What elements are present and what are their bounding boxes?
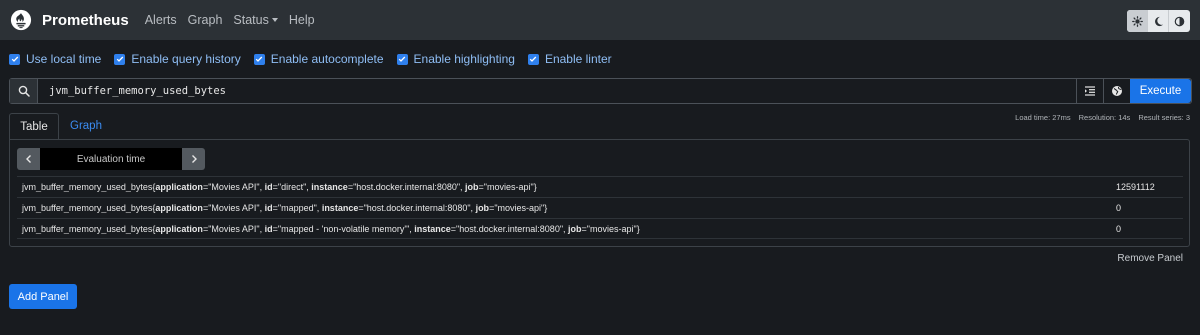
option-enable-highlighting[interactable]: Enable highlighting [396,52,515,66]
query-stats: Load time: 27ms Resolution: 14s Result s… [1015,113,1190,122]
series-value: 0 [1116,203,1122,213]
label-value: direct [281,182,304,192]
label-key: application [155,223,203,234]
checkbox-checked-icon[interactable] [9,53,20,65]
theme-light-button[interactable] [1127,10,1148,32]
label-value: Movies API [211,182,257,192]
execute-button[interactable]: Execute [1130,79,1191,103]
table-row: jvm_buffer_memory_used_bytes{application… [17,176,1183,197]
brand[interactable]: Prometheus [10,9,129,31]
label-value: movies-api [589,223,634,234]
prometheus-logo-icon [10,9,32,31]
label-key: job [465,182,479,192]
theme-dark-button[interactable] [1148,10,1169,32]
eval-next-button[interactable] [182,148,205,170]
table-row: jvm_buffer_memory_used_bytes{application… [17,218,1183,239]
format-query-button[interactable] [1076,79,1103,103]
search-icon-container [10,79,38,103]
label-value: movies-api [487,182,531,192]
metric-name: jvm_buffer_memory_used_bytes [22,223,153,234]
label-key: id [264,223,273,234]
remove-panel-link[interactable]: Remove Panel [1117,253,1183,264]
option-label: Use local time [26,52,102,66]
load-time: Load time: 27ms [1015,113,1071,122]
evaluation-time-input[interactable]: Evaluation time [40,148,182,170]
label-key: instance [311,182,348,192]
label-key: job [475,203,490,213]
half-circle-icon [1174,16,1185,26]
series-value: 12591112 [1116,182,1155,192]
chevron-left-icon [25,155,31,163]
label-value: mapped - 'non-volatile memory' [281,223,407,234]
series-label: jvm_buffer_memory_used_bytes{application… [22,223,640,234]
checkbox-checked-icon[interactable] [253,53,265,65]
nav-link-status[interactable]: Status [233,13,278,27]
chevron-down-icon [271,18,278,22]
navbar: Prometheus Alerts Graph Status Help [0,0,1200,40]
label-key: id [264,203,273,213]
theme-auto-button[interactable] [1169,10,1190,32]
option-enable-autocomplete[interactable]: Enable autocomplete [253,52,384,66]
label-key: job [568,223,582,234]
label-key: instance [321,203,359,213]
option-label: Enable linter [544,52,612,66]
nav-link-graph[interactable]: Graph [188,13,223,27]
resolution: Resolution: 14s [1078,113,1131,122]
sun-gear-icon [1131,15,1143,27]
tab-table[interactable]: Table [9,113,59,139]
option-use-local-time[interactable]: Use local time [9,52,101,66]
checkbox-checked-icon[interactable] [396,53,408,65]
add-panel-button[interactable]: Add Panel [9,284,77,309]
label-key: instance [414,223,451,234]
result-series: Result series: 3 [1138,113,1190,122]
nav-link-status-label: Status [233,13,269,27]
metric-name: jvm_buffer_memory_used_bytes [22,182,153,192]
tab-graph[interactable]: Graph [62,113,110,139]
option-enable-linter[interactable]: Enable linter [527,52,612,66]
option-label: Enable autocomplete [270,52,384,66]
table-panel: Evaluation time jvm_buffer_memory_used_b… [9,139,1190,247]
label-value: host.docker.internal:8080 [459,223,560,234]
label-key: application [155,203,203,213]
option-label: Enable highlighting [413,52,515,66]
checkbox-checked-icon[interactable] [114,53,126,65]
query-options: Use local time Enable query history Enab… [9,52,625,66]
moon-icon [1154,16,1163,26]
table-row: jvm_buffer_memory_used_bytes{application… [17,197,1183,218]
metrics-explorer-button[interactable] [1103,79,1130,103]
label-value: Movies API [211,223,257,234]
option-enable-query-history[interactable]: Enable query history [114,52,241,66]
label-key: application [155,182,203,192]
metric-name: jvm_buffer_memory_used_bytes [22,203,153,213]
search-icon [18,85,30,97]
brand-label: Prometheus [42,11,129,29]
eval-prev-button[interactable] [17,148,40,170]
series-label: jvm_buffer_memory_used_bytes{application… [22,203,548,213]
checkbox-checked-icon[interactable] [527,53,539,65]
series-label: jvm_buffer_memory_used_bytes{application… [22,182,537,192]
label-value: movies-api [497,203,542,213]
format-lines-icon [1085,86,1095,96]
nav-link-help[interactable]: Help [289,13,315,27]
label-key: id [264,182,273,192]
query-bar: jvm_buffer_memory_used_bytes Execute [9,78,1192,104]
evaluation-time-group: Evaluation time [17,148,205,170]
label-value: host.docker.internal:8080 [366,203,468,213]
label-value: mapped [281,203,314,213]
option-label: Enable query history [131,52,241,66]
chevron-right-icon [191,155,197,163]
nav-link-alerts[interactable]: Alerts [145,13,177,27]
label-value: Movies API [211,203,257,213]
globe-icon [1112,86,1122,96]
label-value: host.docker.internal:8080 [356,182,457,192]
query-input[interactable]: jvm_buffer_memory_used_bytes [38,79,1076,103]
theme-toggle-group [1127,10,1190,32]
series-value: 0 [1116,223,1122,234]
